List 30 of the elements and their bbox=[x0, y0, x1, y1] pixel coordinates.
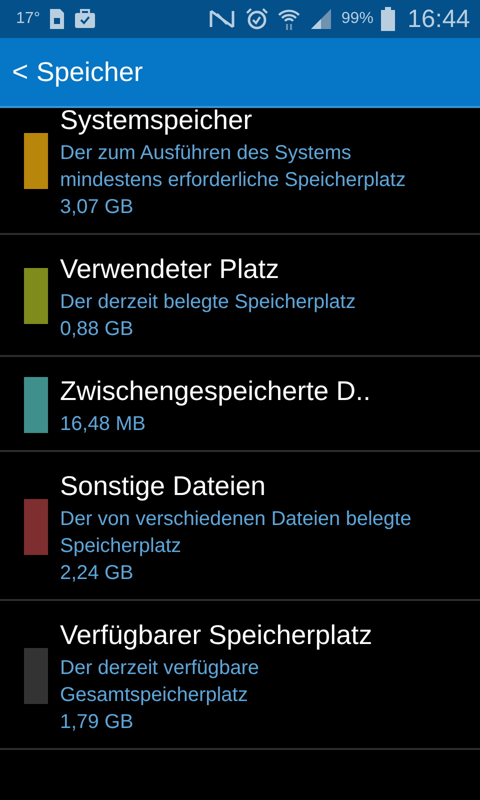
item-size: 1,79 GB bbox=[60, 710, 134, 735]
item-size: 3,07 GB bbox=[60, 195, 134, 220]
wifi-icon bbox=[277, 7, 302, 31]
item-size: 2,24 GB bbox=[60, 561, 134, 586]
battery-icon bbox=[381, 7, 396, 31]
item-title: Systemspeicher bbox=[60, 108, 254, 137]
signal-icon bbox=[309, 8, 334, 30]
item-title: Zwischengespeicherte D.. bbox=[60, 375, 371, 408]
back-button[interactable]: < bbox=[0, 56, 36, 88]
storage-item[interactable]: Verwendeter Platz Der derzeit belegte Speicherplatz 0,88 GB bbox=[0, 235, 480, 357]
item-title: Verwendeter Platz bbox=[60, 253, 280, 286]
temperature: 17° bbox=[16, 10, 40, 28]
sim-card-icon bbox=[48, 8, 66, 30]
battery-percent: 99% bbox=[341, 10, 374, 28]
item-title: Sonstige Dateien bbox=[60, 470, 267, 503]
item-title: Verfügbarer Speicherplatz bbox=[60, 619, 374, 652]
item-description: Der derzeit belegte Speicherplatz bbox=[60, 290, 356, 315]
item-size: 0,88 GB bbox=[60, 317, 134, 342]
storage-item[interactable]: Zwischengespeicherte D.. 16,48 MB bbox=[0, 357, 480, 452]
alarm-clock-icon bbox=[245, 7, 270, 31]
storage-item[interactable]: Systemspeicher Der zum Ausführen des Systems mindestens erforderliche Speicherplatz 3,07 GB bbox=[0, 108, 480, 235]
storage-item[interactable]: Verfügbarer Speicherplatz Der derzeit verfügbare Gesamtspeicherplatz 1,79 GB bbox=[0, 601, 480, 750]
screen-title: Speicher bbox=[36, 56, 143, 88]
item-size: 16,48 MB bbox=[60, 412, 147, 437]
clock: 16:44 bbox=[407, 4, 470, 34]
item-description: Der derzeit verfügbare Gesamtspeicherplatz bbox=[60, 656, 260, 708]
item-description: Der zum Ausführen des Systems mindestens erforderliche Speicherplatz bbox=[60, 141, 407, 193]
briefcase-check-icon bbox=[74, 9, 96, 29]
storage-item[interactable]: Sonstige Dateien Der von verschiedenen Dateien belegte Speicherplatz 2,24 GB bbox=[0, 452, 480, 601]
item-description: Der von verschiedenen Dateien belegte Speicherplatz bbox=[60, 507, 412, 559]
